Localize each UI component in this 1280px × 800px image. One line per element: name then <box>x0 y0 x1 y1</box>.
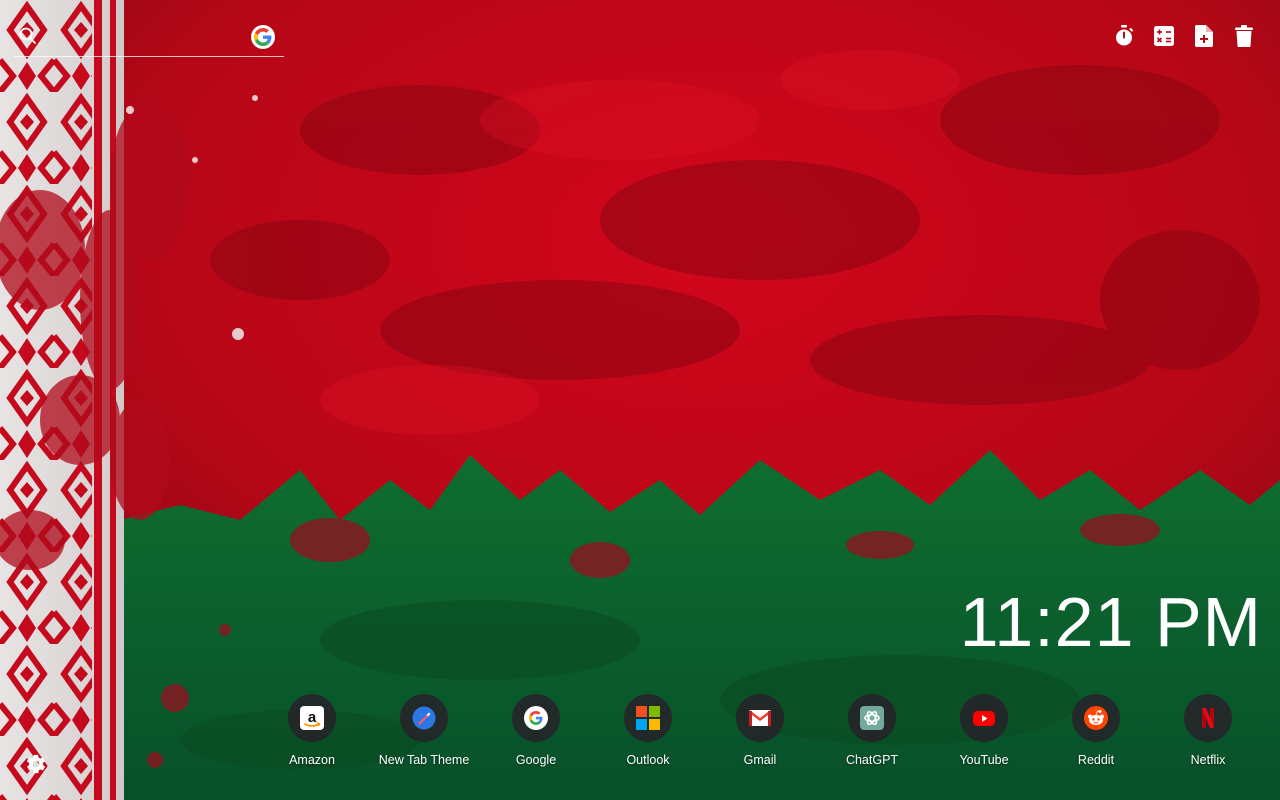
svg-text:a: a <box>308 709 317 726</box>
shortcuts-bar: a Amazon New Tab Theme Google Outlook Gm… <box>256 694 1264 776</box>
shortcut-label: ChatGPT <box>845 753 899 767</box>
search-icon <box>19 27 36 44</box>
timer-button[interactable] <box>1112 24 1136 48</box>
add-document-icon <box>1195 25 1213 47</box>
delete-button[interactable] <box>1232 24 1256 48</box>
chatgpt-icon <box>860 706 884 730</box>
netflix-icon <box>1202 708 1214 728</box>
youtube-icon <box>973 711 995 726</box>
add-note-button[interactable] <box>1192 24 1216 48</box>
belarus-flag-wallpaper <box>0 0 1280 800</box>
shortcut-icon-circle <box>960 694 1008 742</box>
clock: 11:21 PM <box>959 583 1262 661</box>
shortcut-outlook[interactable]: Outlook <box>592 694 704 776</box>
gear-icon <box>26 754 46 774</box>
stopwatch-icon <box>1116 25 1133 46</box>
shortcut-youtube[interactable]: YouTube <box>928 694 1040 776</box>
shortcut-label: Outlook <box>626 753 670 767</box>
shortcut-label: Amazon <box>289 753 335 767</box>
settings-button[interactable] <box>24 752 48 776</box>
shortcut-label: New Tab Theme <box>378 753 470 767</box>
shortcut-new-tab-theme[interactable]: New Tab Theme <box>368 694 480 776</box>
shortcut-gmail[interactable]: Gmail <box>704 694 816 776</box>
shortcut-icon-circle <box>736 694 784 742</box>
shortcut-label: YouTube <box>959 753 1009 767</box>
shortcut-icon-circle <box>400 694 448 742</box>
shortcut-icon-circle <box>624 694 672 742</box>
shortcut-amazon[interactable]: a Amazon <box>256 694 368 776</box>
toolbar <box>1112 24 1256 48</box>
shortcut-icon-circle <box>848 694 896 742</box>
shortcut-label: Gmail <box>743 753 777 767</box>
shortcut-label: Netflix <box>1190 753 1226 767</box>
google-icon <box>524 706 548 730</box>
amazon-icon: a <box>300 706 324 730</box>
search-bar <box>14 22 284 57</box>
trash-icon <box>1235 25 1253 47</box>
calculator-button[interactable] <box>1152 24 1176 48</box>
shortcut-icon-circle <box>1072 694 1120 742</box>
microsoft-icon <box>636 706 660 730</box>
google-icon <box>254 28 272 46</box>
shortcut-icon-circle <box>1184 694 1232 742</box>
shortcut-chatgpt[interactable]: ChatGPT <box>816 694 928 776</box>
new-tab-theme-icon <box>412 706 436 730</box>
reddit-icon <box>1084 706 1108 730</box>
shortcut-label: Google <box>515 753 557 767</box>
shortcut-icon-circle <box>512 694 560 742</box>
shortcut-google[interactable]: Google <box>480 694 592 776</box>
shortcut-reddit[interactable]: Reddit <box>1040 694 1152 776</box>
shortcut-label: Reddit <box>1077 753 1115 767</box>
search-engine-button[interactable] <box>251 25 275 49</box>
shortcut-icon-circle: a <box>288 694 336 742</box>
new-tab-page: 11:21 PM a Amazon New Tab Theme Google O… <box>0 0 1280 800</box>
shortcut-netflix[interactable]: Netflix <box>1152 694 1264 776</box>
gmail-icon <box>748 710 772 726</box>
search-input[interactable] <box>44 26 248 52</box>
calculator-icon <box>1154 26 1174 46</box>
